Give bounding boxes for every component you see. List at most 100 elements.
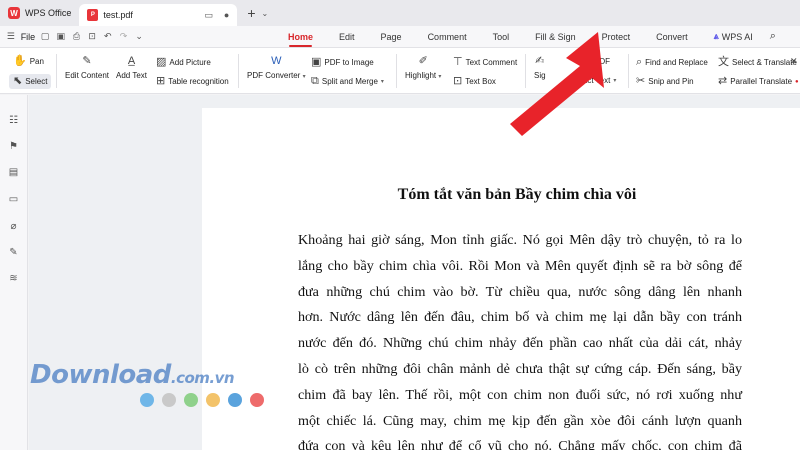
image-export-icon: ▣ (311, 56, 322, 68)
edit-content-label: Edit Content (65, 71, 110, 80)
chevron-down-icon: ▾ (380, 79, 384, 85)
document-title: Tóm tắt văn bản Bầy chim chìa vôi (397, 186, 637, 203)
ribbon-toolbar: ✋ Pan ⬉ Select ✎ Edit Content A̲ Add Tex… (0, 48, 800, 94)
redo-icon[interactable]: ↷ (118, 31, 130, 42)
find-replace-label: Find and Replace (645, 58, 708, 67)
outline-icon[interactable]: ☷ (7, 114, 20, 127)
watermark-dot (162, 393, 176, 407)
table-recognition-label: Table recognition (168, 77, 229, 86)
open-folder-icon[interactable]: ▢ (39, 31, 51, 42)
quick-access-toolbar: ☰ File ▢ ▣ ⎙ ⊡ ↶ ↷ ⌄ (0, 31, 145, 42)
select-label: Select (25, 77, 48, 86)
text-line: lắng cho bầy chim chìa vôi. Rồi Mon và M… (298, 257, 742, 274)
scissors-icon: ✂ (636, 75, 646, 87)
ribbon-tabs: Home Edit Page Comment Tool Fill & Sign … (275, 26, 780, 48)
pdf-converter-label: PDF Converter ▾ (247, 71, 306, 80)
app-home-tab[interactable]: W WPS Office (0, 0, 79, 26)
text-comment-icon: ⊤ (453, 56, 463, 68)
select-button[interactable]: ⬉ Select (9, 74, 52, 89)
left-panel-toolbar: ☷ ⚑ ▤ ▭ ⌀ ✎ ≋ (0, 95, 28, 450)
signature-label: Sig (534, 71, 546, 80)
extract-text-button[interactable]: tract Text ▾ (578, 76, 616, 85)
tab-tool[interactable]: Tool (480, 26, 523, 48)
select-translate-label: Select & Translate (732, 58, 797, 67)
add-picture-button[interactable]: ▨ Add Picture (156, 57, 211, 68)
text-comment-label: Text Comment (465, 58, 518, 67)
tab-fill-sign[interactable]: Fill & Sign (522, 26, 589, 48)
tab-convert[interactable]: Convert (643, 26, 701, 48)
chevron-down-icon[interactable]: ⌄ (133, 31, 145, 42)
tab-wps-ai[interactable]: ⩓ WPS AI (701, 26, 766, 48)
ribbon-overflow-button[interactable]: ✕ (790, 57, 798, 66)
parallel-translate-button[interactable]: ⇄ Parallel Translate ● (718, 76, 799, 87)
hamburger-menu-icon[interactable]: ☰ (5, 31, 17, 42)
document-tab[interactable]: P test.pdf ▭ ● (79, 4, 238, 26)
split-merge-button[interactable]: ⧉ Split and Merge ▾ (311, 76, 384, 87)
new-tab-button[interactable]: + (247, 5, 255, 21)
text-line: Khoảng hai giờ sáng, Mon tỉnh giấc. Nó g… (298, 232, 742, 248)
text-line: một chiếc lá. Cũng may, chim mẹ kịp đến … (298, 412, 742, 429)
highlight-label: Highlight ▾ (405, 71, 442, 80)
tab-edit[interactable]: Edit (326, 26, 368, 48)
menu-bar: ☰ File ▢ ▣ ⎙ ⊡ ↶ ↷ ⌄ Home Edit Page Comm… (0, 26, 800, 48)
wps-logo-icon: W (8, 7, 20, 19)
signature-icon: ✍ (535, 55, 545, 67)
search-icon: ⌕ (769, 30, 776, 42)
attachment-icon[interactable]: ⌀ (7, 220, 20, 233)
print-icon[interactable]: ⎙ (71, 31, 83, 42)
add-picture-label: Add Picture (169, 58, 211, 67)
cursor-icon: ⬉ (13, 75, 23, 87)
text-line: đứa con và kêu lên như để cổ vũ cho nó. … (298, 438, 742, 450)
pencil-icon: ✎ (82, 55, 92, 67)
table-recognition-button[interactable]: ⊞ Table recognition (156, 76, 229, 87)
text-box-icon: ⊡ (453, 75, 463, 87)
highlighter-icon: ✐ (418, 55, 428, 67)
signature-panel-icon[interactable]: ✎ (7, 246, 20, 259)
compress-pdf-button[interactable]: R PDF (586, 57, 610, 66)
file-menu[interactable]: File (21, 32, 36, 42)
watermark-dot (250, 393, 264, 407)
thumbnail-icon[interactable]: ▤ (7, 166, 20, 179)
watermark-dot (206, 393, 220, 407)
text-box-button[interactable]: ⊡ Text Box (453, 76, 496, 87)
tab-comment[interactable]: Comment (415, 26, 480, 48)
bookmark-icon[interactable]: ⚑ (7, 140, 20, 153)
text-add-icon: A̲ (127, 55, 136, 67)
export-icon[interactable]: ⊡ (86, 31, 98, 42)
pdf-to-image-button[interactable]: ▣ PDF to Image (311, 57, 374, 68)
pan-label: Pan (29, 57, 44, 66)
text-box-label: Text Box (465, 77, 496, 86)
comment-icon[interactable]: ▭ (7, 193, 20, 206)
add-text-button[interactable]: A̲ Add Text (116, 55, 147, 81)
text-line: lò cò trên những đôi chân mảnh dẻ chưa t… (298, 360, 742, 377)
chevron-down-icon[interactable]: ⌄ (262, 9, 269, 18)
snip-pin-button[interactable]: ✂ Snip and Pin (636, 76, 694, 87)
save-icon[interactable]: ▣ (55, 31, 67, 42)
highlight-button[interactable]: ✐ Highlight ▾ (405, 55, 442, 81)
search-button[interactable]: ⌕ (766, 26, 780, 48)
signature-button[interactable]: ✍ Sig (534, 55, 546, 81)
translate-icon: 文 (718, 56, 729, 68)
tab-page[interactable]: Page (368, 26, 415, 48)
text-line: chim đã bay lên. Thế rồi, một con chim n… (298, 386, 742, 403)
pan-button[interactable]: ✋ Pan (13, 56, 44, 67)
tab-wps-ai-label: WPS AI (721, 31, 753, 42)
divider (525, 54, 526, 88)
monitor-icon[interactable]: ▭ (204, 10, 213, 21)
undo-icon[interactable]: ↶ (102, 31, 114, 42)
watermark-text: Download (30, 360, 171, 390)
edit-content-button[interactable]: ✎ Edit Content (65, 55, 110, 81)
extract-text-label: tract Text (578, 76, 611, 85)
text-line: đưa những chú chim vào bờ. Từ chiều qua,… (298, 283, 742, 300)
divider (56, 54, 57, 88)
new-badge-dot: ● (795, 78, 799, 85)
select-translate-button[interactable]: 文 Select & Translate ▾ (718, 57, 800, 68)
text-comment-button[interactable]: ⊤ Text Comment (453, 57, 517, 68)
pdf-converter-button[interactable]: W PDF Converter ▾ (247, 56, 306, 81)
split-merge-icon: ⧉ (311, 75, 319, 87)
layers-icon[interactable]: ≋ (7, 272, 20, 285)
tab-protect[interactable]: Protect (589, 26, 644, 48)
watermark-domain: .com.vn (170, 369, 235, 387)
tab-home[interactable]: Home (275, 26, 326, 48)
find-replace-button[interactable]: ⌕ Find and Replace (636, 57, 708, 68)
